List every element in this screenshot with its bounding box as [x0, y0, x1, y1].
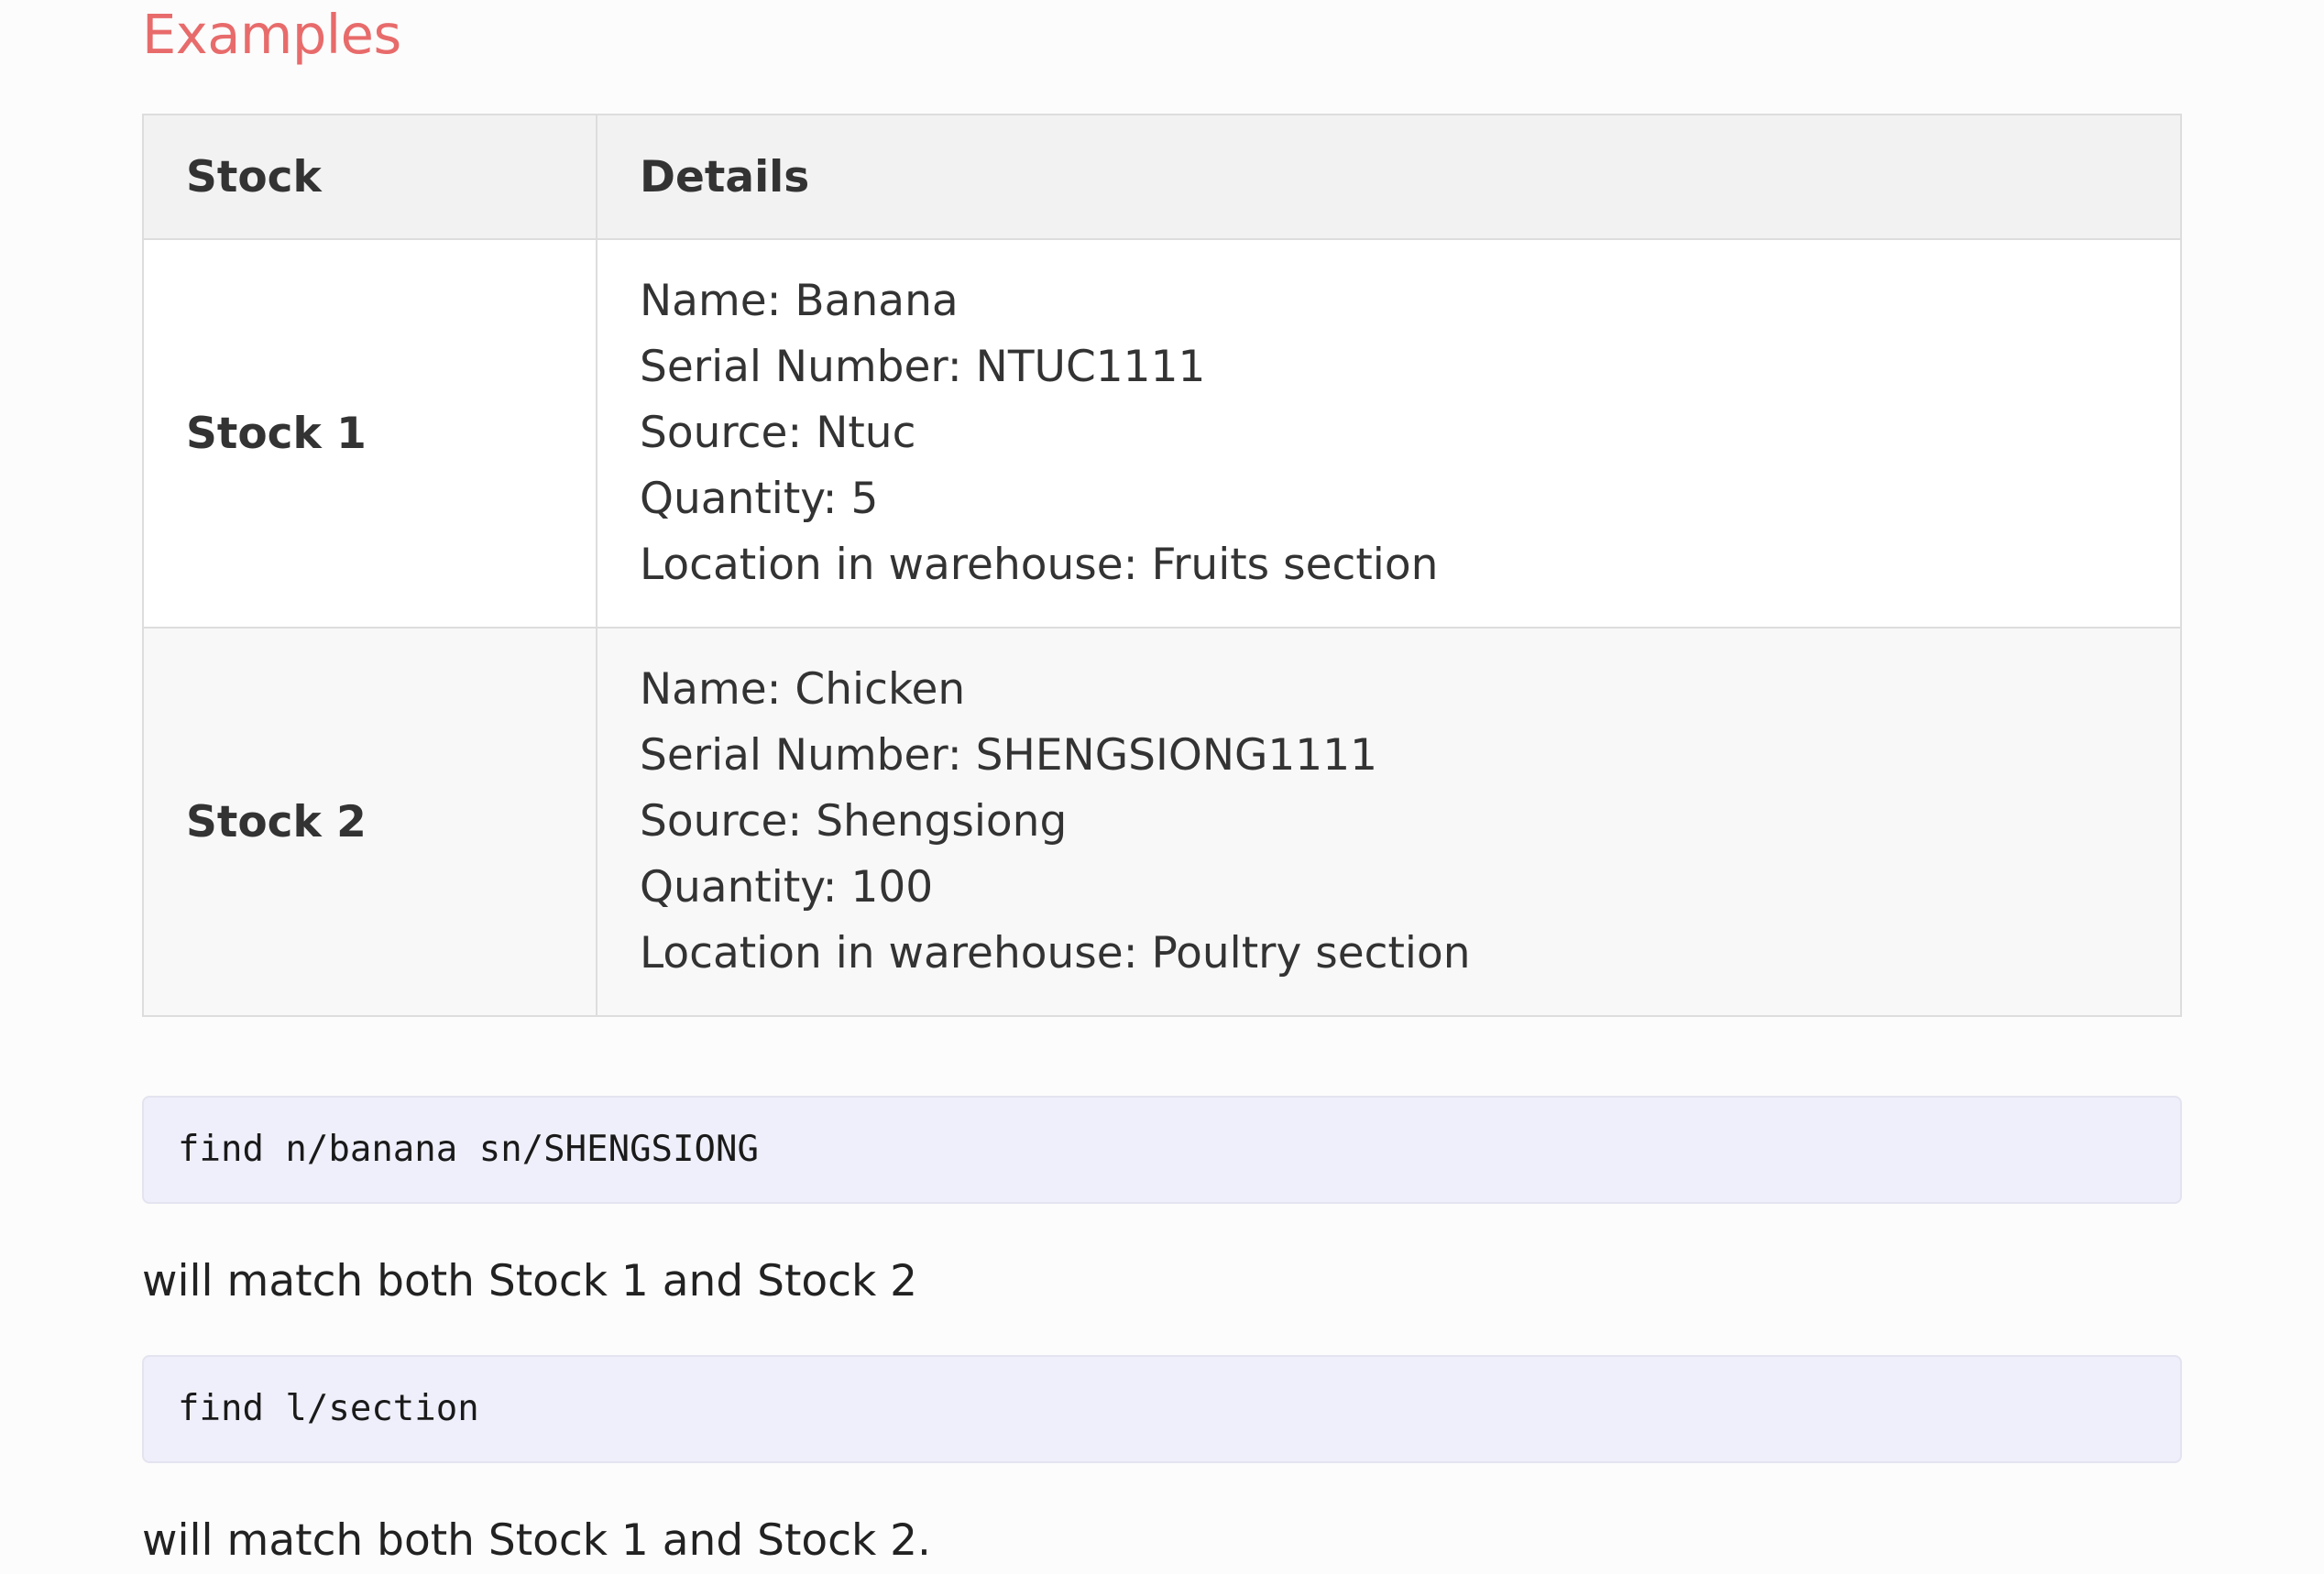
- stock-name: Stock 2: [186, 796, 367, 847]
- table-header-row: Stock Details: [142, 114, 2182, 240]
- code-block: find n/banana sn/SHENGSIONG: [142, 1096, 2182, 1204]
- detail-quantity: Quantity: 5: [640, 474, 879, 524]
- command-text: find l/section: [178, 1388, 479, 1429]
- detail-location: Location in warehouse: Poultry section: [640, 928, 1471, 978]
- table-row: Stock 2 Name: Chicken Serial Number: SHE…: [142, 627, 2182, 1017]
- detail-serial-number: Serial Number: SHENGSIONG1111: [640, 730, 1378, 781]
- column-header-stock: Stock: [142, 114, 597, 240]
- column-header-details: Details: [596, 114, 2182, 240]
- detail-quantity: Quantity: 100: [640, 862, 934, 913]
- stock-cell: Stock 1: [142, 238, 597, 629]
- detail-source: Source: Ntuc: [640, 408, 916, 458]
- examples-table: Stock Details Stock 1 Name: Banana Seria…: [142, 114, 2182, 1017]
- stock-cell: Stock 2: [142, 627, 597, 1017]
- code-block: find l/section: [142, 1355, 2182, 1463]
- detail-serial-number: Serial Number: NTUC1111: [640, 342, 1206, 392]
- details-cell: Name: Chicken Serial Number: SHENGSIONG1…: [596, 627, 2182, 1017]
- command-text: find n/banana sn/SHENGSIONG: [178, 1129, 759, 1170]
- detail-location: Location in warehouse: Fruits section: [640, 540, 1439, 590]
- detail-source: Source: Shengsiong: [640, 796, 1068, 847]
- detail-name: Name: Banana: [640, 276, 959, 326]
- table-row: Stock 1 Name: Banana Serial Number: NTUC…: [142, 238, 2182, 629]
- section-heading: Examples: [142, 3, 401, 66]
- stock-name: Stock 1: [186, 408, 367, 459]
- example-result-text: will match both Stock 1 and Stock 2: [142, 1256, 918, 1306]
- detail-name: Name: Chicken: [640, 664, 966, 715]
- example-result-text: will match both Stock 1 and Stock 2.: [142, 1515, 931, 1566]
- details-cell: Name: Banana Serial Number: NTUC1111 Sou…: [596, 238, 2182, 629]
